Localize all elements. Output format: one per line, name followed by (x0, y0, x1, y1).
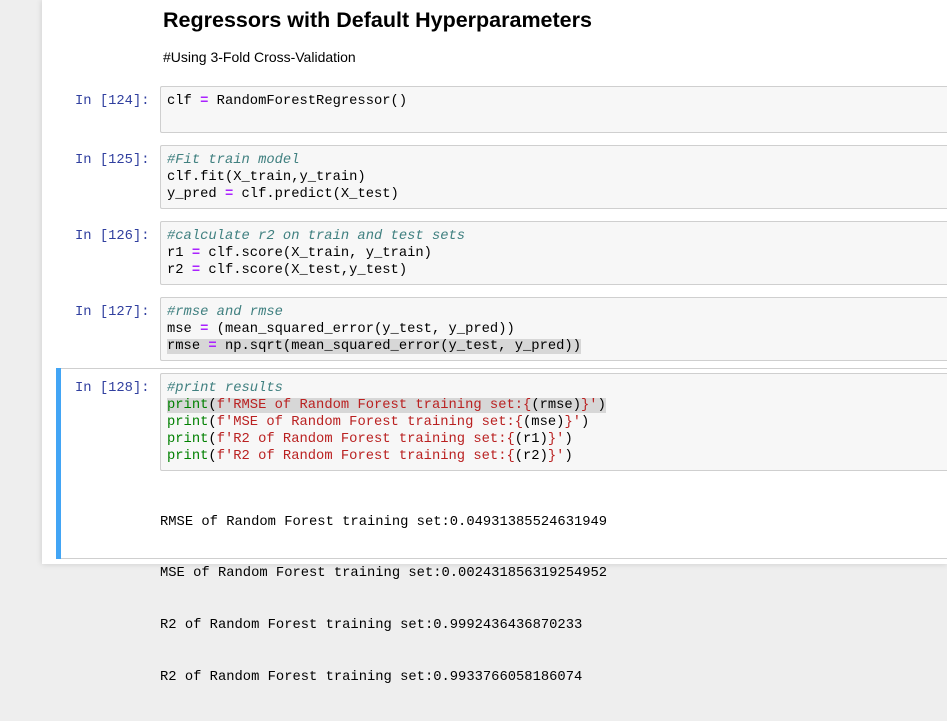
code-token: (mean_squared_error(y_test, y_pred)) (208, 322, 515, 337)
code-token: np.sqrt(mean_squared_error(y_test, y_pre… (216, 339, 581, 354)
markdown-heading: Regressors with Default Hyperparameters (163, 8, 592, 32)
code-line: clf.fit(X_train,y_train) (167, 169, 399, 186)
code-token: (mse) (523, 415, 565, 430)
code-token: ( (208, 415, 217, 430)
code-token: }' (547, 432, 565, 447)
markdown-text: #Using 3-Fold Cross-Validation (163, 49, 356, 65)
code-token: f'RMSE of Random Forest training set:{ (216, 398, 532, 413)
notebook-container: Regressors with Default Hyperparameters … (42, 0, 947, 685)
code-cell-input[interactable]: clf = RandomForestRegressor() (160, 86, 947, 133)
cell-prompt: In [124]: (75, 94, 150, 109)
code-token: ( (208, 398, 217, 413)
code-token: clf.score(X_train, y_train) (200, 246, 432, 261)
code-line: print(f'RMSE of Random Forest training s… (167, 397, 606, 414)
code-line: print(f'MSE of Random Forest training se… (167, 414, 606, 431)
code-token: r1 (167, 246, 192, 261)
cell-prompt: In [127]: (75, 305, 150, 320)
code-token: f'R2 of Random Forest training set:{ (216, 432, 515, 447)
code-token: clf.predict(X_test) (233, 187, 399, 202)
code-editor[interactable]: #rmse and rmse mse = (mean_squared_error(… (167, 304, 581, 355)
code-token: }' (564, 415, 581, 430)
output-line: R2 of Random Forest training set:0.99924… (160, 618, 583, 634)
code-line: mse = (mean_squared_error(y_test, y_pred… (167, 321, 581, 338)
cell-output: RMSE of Random Forest training set:0.049… (160, 479, 607, 721)
code-token: }' (581, 398, 598, 413)
code-token: rmse (167, 339, 209, 354)
output-line: R2 of Random Forest training set:0.99337… (160, 670, 583, 686)
code-line: y_pred = clf.predict(X_test) (167, 186, 399, 203)
cell-prompt: In [128]: (75, 381, 150, 396)
output-line: MSE of Random Forest training set:0.0024… (160, 566, 608, 582)
code-token: mse (167, 322, 201, 337)
code-token: #rmse and rmse (167, 305, 283, 320)
code-line: print(f'R2 of Random Forest training set… (167, 431, 606, 448)
code-line: print(f'R2 of Random Forest training set… (167, 448, 606, 465)
code-cell-input[interactable]: #rmse and rmse mse = (mean_squared_error(… (160, 297, 947, 361)
code-line: #calculate r2 on train and test sets (167, 228, 465, 245)
code-token: = (208, 339, 217, 354)
selected-cell-indicator (56, 368, 61, 559)
code-token: f'R2 of Random Forest training set:{ (216, 449, 515, 464)
code-token: = (191, 263, 201, 278)
code-line: rmse = np.sqrt(mean_squared_error(y_test… (167, 338, 581, 355)
code-token: #print results (167, 381, 283, 396)
code-token: print (167, 432, 209, 447)
code-cell-input[interactable]: #Fit train model clf.fit(X_train,y_train)… (160, 145, 947, 209)
code-line: r2 = clf.score(X_test,y_test) (167, 262, 465, 279)
code-line: r1 = clf.score(X_train, y_train) (167, 245, 465, 262)
code-token: ) (597, 398, 606, 413)
code-line: clf = RandomForestRegressor() (167, 93, 407, 110)
code-token: = (191, 246, 201, 261)
code-token: f'MSE of Random Forest training set:{ (216, 415, 524, 430)
code-token: }' (547, 449, 565, 464)
code-token: print (167, 415, 209, 430)
code-line: #rmse and rmse (167, 304, 581, 321)
code-token: #Fit train model (167, 153, 300, 168)
code-token: clf.score(X_test,y_test) (200, 263, 408, 278)
code-token: r2 (167, 263, 192, 278)
code-line: #Fit train model (167, 152, 399, 169)
code-line: #print results (167, 380, 606, 397)
code-token: ( (208, 449, 217, 464)
code-token: print (167, 449, 209, 464)
code-token: clf.fit(X_train,y_train) (167, 170, 366, 185)
cell-prompt: In [126]: (75, 229, 150, 244)
code-token: print (167, 398, 209, 413)
code-token: (r2) (514, 449, 548, 464)
code-token: y_pred (167, 187, 225, 202)
code-editor[interactable]: #Fit train model clf.fit(X_train,y_train)… (167, 152, 399, 203)
code-editor[interactable]: #calculate r2 on train and test sets r1 =… (167, 228, 465, 279)
cell-prompt: In [125]: (75, 153, 150, 168)
code-token: clf (167, 94, 201, 109)
code-token: ( (208, 432, 217, 447)
code-token: ) (581, 415, 590, 430)
code-token: ) (564, 432, 573, 447)
code-token: (rmse) (531, 398, 581, 413)
code-cell-input[interactable]: #calculate r2 on train and test sets r1 =… (160, 221, 947, 285)
code-token: ) (564, 449, 573, 464)
code-token: = (224, 187, 234, 202)
code-token: #calculate r2 on train and test sets (167, 229, 466, 244)
code-cell-input[interactable]: #print results print(f'RMSE of Random For… (160, 373, 947, 471)
code-editor[interactable]: clf = RandomForestRegressor() (167, 93, 407, 110)
code-token: RandomForestRegressor() (208, 94, 408, 109)
code-token: (r1) (514, 432, 548, 447)
output-line: RMSE of Random Forest training set:0.049… (160, 514, 608, 530)
code-editor[interactable]: #print results print(f'RMSE of Random For… (167, 380, 606, 465)
